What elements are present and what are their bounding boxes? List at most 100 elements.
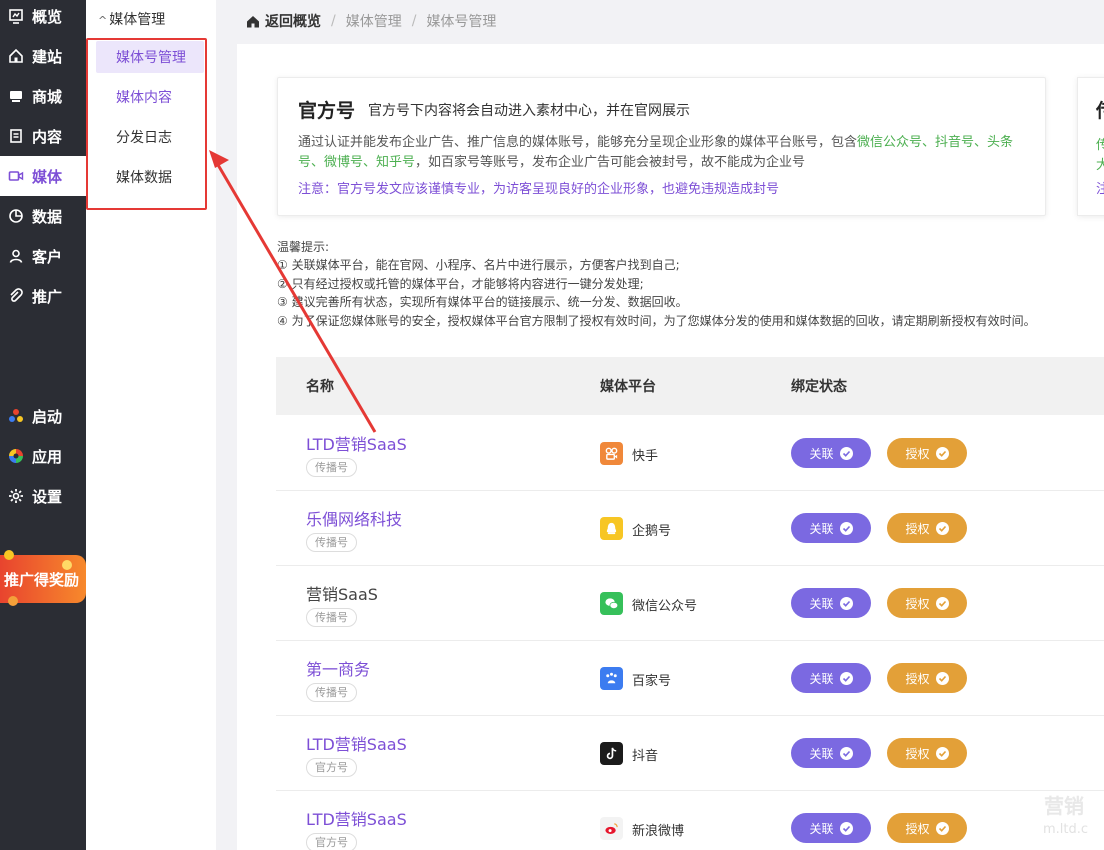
platform-name: 百家号 [632,674,672,689]
table-row: LTD营销SaaS 传播号 快手 关联 授权 [276,416,1104,491]
apps-icon [8,448,24,464]
annotation-highlight-box [86,38,207,210]
chevron-up-icon: ^ [98,14,108,27]
nav-item-site[interactable]: 建站 [0,36,86,76]
nav-label: 客户 [32,247,63,266]
nav-item-customer[interactable]: 客户 [0,236,86,276]
account-type-badge: 传播号 [306,683,357,702]
platform-name: 快手 [632,449,659,464]
watermark-url: m.ltd.c [1043,822,1089,837]
nav-item-overview[interactable]: 概览 [0,0,86,36]
nav-label: 启动 [32,407,63,426]
platform-name: 新浪微博 [632,824,685,839]
watermark: 营销 [1044,794,1084,818]
link-button[interactable]: 关联 [791,663,871,693]
authorize-button[interactable]: 授权 [887,438,967,468]
link-button[interactable]: 关联 [791,738,871,768]
account-name[interactable]: LTD营销SaaS [306,431,407,455]
breadcrumb-media[interactable]: 媒体管理 [346,11,402,31]
authorize-button[interactable]: 授权 [887,663,967,693]
nav-label: 设置 [32,487,63,506]
nav-item-media[interactable]: 媒体 [0,156,86,196]
account-name[interactable]: LTD营销SaaS [306,731,407,755]
check-icon [839,446,853,460]
breadcrumb: 返回概览 / 媒体管理 / 媒体号管理 [246,11,496,31]
account-name[interactable]: 营销SaaS [306,581,378,605]
column-name: 名称 [306,379,334,395]
table-row: LTD营销SaaS 官方号 新浪微博 关联 授权 [276,791,1104,850]
check-icon [935,746,949,760]
column-status: 绑定状态 [791,379,847,395]
broadcast-account-card: 传 传 大 注 [1077,77,1104,216]
platform-name: 抖音 [632,749,659,764]
authorize-button[interactable]: 授权 [887,588,967,618]
promo-decoration [62,560,72,570]
home-icon [8,48,24,64]
baijia-icon [600,667,623,690]
tips-line: ④ 为了保证您媒体账号的安全，授权媒体平台官方限制了授权有效时间，为了您媒体分发… [277,313,1036,328]
kuaishou-icon [600,442,623,465]
main-nav: 概览 建站 商城 内容 媒体 数据 客户 推广 启动 应用 设置 推广得奖励 [0,0,86,850]
nav-item-launch[interactable]: 启动 [0,396,86,436]
official-note: 注意：官方号发文应该谨慎专业，为访客呈现良好的企业形象，也避免违规造成封号 [298,182,780,197]
nav-item-settings[interactable]: 设置 [0,476,86,516]
nav-label: 概览 [32,7,63,26]
authorize-button[interactable]: 授权 [887,738,967,768]
platform-name: 微信公众号 [632,599,698,614]
shop-icon [8,88,24,104]
check-icon [935,671,949,685]
platform-name: 企鹅号 [632,524,672,539]
document-icon [8,128,24,144]
check-icon [935,596,949,610]
table-row: LTD营销SaaS 官方号 抖音 关联 授权 [276,716,1104,791]
nav-item-data[interactable]: 数据 [0,196,86,236]
link-button[interactable]: 关联 [791,513,871,543]
nav-label: 应用 [32,447,63,466]
account-name[interactable]: LTD营销SaaS [306,806,407,830]
overview-icon [8,8,24,24]
breadcrumb-home[interactable]: 返回概览 [246,11,321,31]
link-button[interactable]: 关联 [791,813,871,843]
tips-line: ③ 建议完善所有状态，实现所有媒体平台的链接展示、统一分发、数据回收。 [277,295,688,310]
nav-item-shop[interactable]: 商城 [0,76,86,116]
nav-label: 内容 [32,127,63,146]
account-type-badge: 官方号 [306,758,357,777]
breadcrumb-separator: / [331,13,336,29]
check-icon [839,521,853,535]
check-icon [839,821,853,835]
account-type-badge: 官方号 [306,833,357,850]
table-row: 营销SaaS 传播号 微信公众号 关联 授权 [276,566,1104,641]
penguin-icon [600,517,623,540]
promo-label: 推广得奖励 [4,570,80,589]
account-name[interactable]: 第一商务 [306,656,370,680]
authorize-button[interactable]: 授权 [887,813,967,843]
launch-icon [8,408,24,424]
check-icon [935,821,949,835]
pie-chart-icon [8,208,24,224]
link-button[interactable]: 关联 [791,588,871,618]
nav-label: 商城 [32,87,63,106]
tips-line: ② 只有经过授权或托管的媒体平台，才能够将内容进行一键分发处理; [277,276,644,291]
weibo-icon [600,817,623,840]
official-title: 官方号 [298,100,356,122]
authorize-button[interactable]: 授权 [887,513,967,543]
promo-decoration [8,596,18,606]
check-icon [839,596,853,610]
check-icon [839,671,853,685]
nav-item-apps[interactable]: 应用 [0,436,86,476]
nav-item-promote[interactable]: 推广 [0,276,86,316]
home-icon [247,15,259,27]
nav-item-content[interactable]: 内容 [0,116,86,156]
nav-label: 推广 [32,287,63,306]
submenu-title[interactable]: ^ 媒体管理 [98,9,165,29]
check-icon [839,746,853,760]
tips-title: 温馨提示: [277,240,330,254]
official-subtitle: 官方号下内容将会自动进入素材中心，并在官网展示 [368,103,690,119]
account-name[interactable]: 乐偶网络科技 [306,506,402,530]
douyin-icon [600,742,623,765]
nav-label: 媒体 [32,167,63,186]
wechat-icon [600,592,623,615]
user-icon [8,248,24,264]
official-account-card: 官方号 官方号下内容将会自动进入素材中心，并在官网展示 通过认证并能发布企业广告… [277,77,1046,216]
link-button[interactable]: 关联 [791,438,871,468]
